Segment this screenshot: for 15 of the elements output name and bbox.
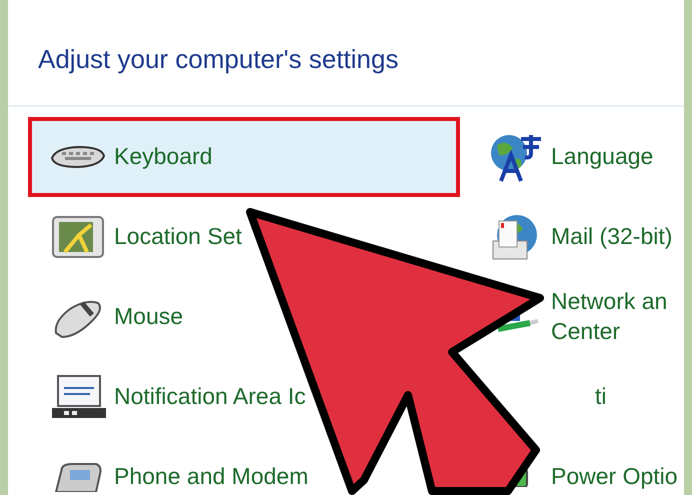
settings-link[interactable]: Power Optio — [551, 462, 678, 492]
selected-settings-item[interactable]: Keyboard — [28, 117, 460, 197]
settings-link[interactable]: Language — [551, 142, 654, 172]
settings-link[interactable]: Mail (32-bit) — [551, 222, 672, 252]
navigator-icon — [51, 213, 105, 261]
keyboard-icon — [50, 144, 106, 170]
settings-link[interactable]: Network an Center — [551, 287, 668, 347]
settings-link[interactable]: Phone and Modem — [114, 462, 308, 492]
section-title: Adjust your computer's settings — [8, 0, 684, 107]
settings-link[interactable]: Location Set — [114, 222, 242, 252]
notification-icon — [50, 374, 106, 420]
settings-link[interactable]: Mouse — [114, 302, 184, 332]
settings-link[interactable]: ti — [595, 382, 606, 412]
settings-link[interactable]: Notification Area Ic — [114, 382, 306, 412]
phone-icon — [52, 462, 104, 492]
